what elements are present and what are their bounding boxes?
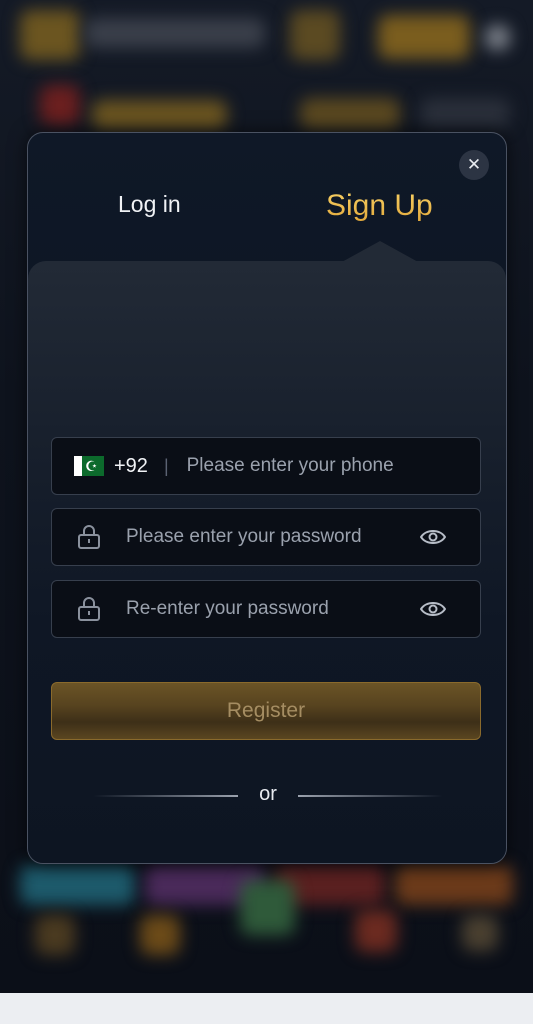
- signup-form: +92 | Please enter your phone Please ent…: [28, 261, 506, 863]
- app-banner-item: [420, 98, 510, 128]
- app-logo: [20, 10, 80, 60]
- close-button[interactable]: ✕: [459, 150, 489, 180]
- confirm-password-input[interactable]: Re-enter your password: [126, 598, 329, 620]
- active-tab-pointer: [340, 241, 420, 263]
- confirm-password-field[interactable]: Re-enter your password: [51, 580, 481, 638]
- phone-input[interactable]: Please enter your phone: [187, 455, 394, 477]
- lock-icon: [78, 525, 100, 549]
- divider-line-right: [298, 795, 443, 797]
- eye-icon[interactable]: [420, 526, 446, 548]
- bottom-nav-icon-5: [462, 915, 498, 951]
- password-input[interactable]: Please enter your password: [126, 526, 362, 548]
- game-tile-1: [20, 865, 135, 905]
- app-notification-icon: [40, 85, 80, 125]
- tab-login[interactable]: Log in: [118, 191, 181, 218]
- system-nav-strip: [0, 993, 533, 1024]
- field-separator: |: [163, 455, 169, 476]
- app-header-button: [378, 15, 470, 59]
- signup-modal: ✕ Log in Sign Up +92 | Please enter your…: [27, 132, 507, 864]
- eye-icon[interactable]: [420, 598, 446, 620]
- password-field[interactable]: Please enter your password: [51, 508, 481, 566]
- register-button[interactable]: Register: [51, 682, 481, 740]
- app-banner-button: [300, 98, 400, 130]
- country-code[interactable]: +92: [114, 455, 148, 478]
- tab-signup[interactable]: Sign Up: [326, 189, 433, 223]
- lock-icon: [78, 597, 100, 621]
- app-menu-icon: [485, 25, 510, 50]
- game-tile-4: [395, 865, 513, 905]
- bottom-nav-icon-4: [355, 910, 397, 952]
- app-header-icon: [290, 10, 340, 60]
- app-banner: [92, 100, 227, 130]
- pakistan-flag-icon[interactable]: [74, 456, 104, 476]
- app-header-text: [85, 18, 265, 48]
- bottom-nav-icon-1: [35, 915, 75, 955]
- or-divider: or: [93, 783, 443, 807]
- bottom-nav-icon-2: [140, 915, 180, 955]
- phone-field[interactable]: +92 | Please enter your phone: [51, 437, 481, 495]
- bottom-nav-icon-center: [240, 880, 295, 935]
